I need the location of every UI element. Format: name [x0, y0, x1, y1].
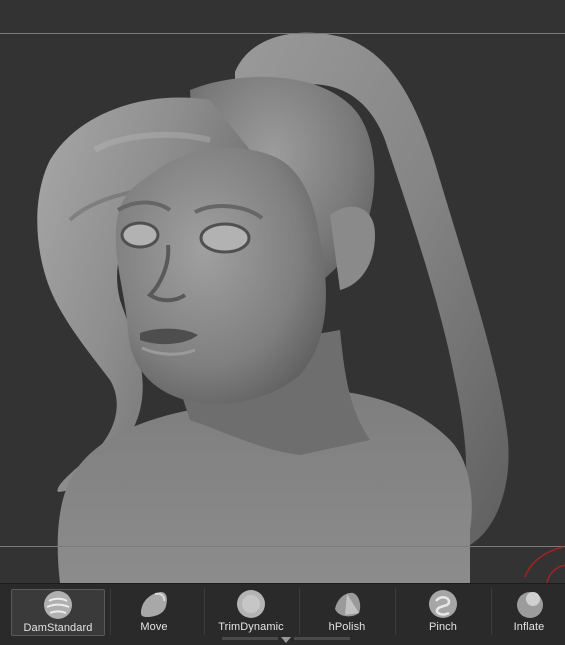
brush-label: Pinch	[428, 621, 458, 633]
brush-pinch[interactable]: Pinch	[397, 589, 489, 634]
shelf-divider	[299, 588, 300, 635]
trimdynamic-brush-icon	[237, 590, 265, 618]
hpolish-brush-icon	[335, 592, 361, 617]
brush-label: TrimDynamic	[218, 621, 284, 633]
frame-guide-top	[0, 33, 565, 34]
3d-viewport[interactable]	[0, 0, 565, 583]
chevron-down-icon	[281, 637, 291, 643]
brush-label: Inflate	[513, 621, 545, 633]
brush-damstandard[interactable]: DamStandard	[11, 589, 105, 636]
brush-label: Move	[140, 621, 168, 633]
move-brush-icon	[141, 592, 167, 617]
brush-hpolish[interactable]: hPolish	[301, 589, 393, 634]
frame-guide-bottom	[0, 546, 565, 547]
shelf-divider	[491, 588, 492, 635]
brush-label: hPolish	[328, 621, 366, 633]
brush-inflate[interactable]: Inflate	[493, 589, 565, 634]
navigation-gizmo-icon[interactable]	[521, 543, 565, 583]
brush-shelf: DamStandard Move TrimDynamic hPolish Pin…	[0, 583, 565, 645]
damstandard-brush-icon	[44, 591, 72, 619]
inflate-brush-icon	[517, 592, 543, 618]
brush-label: DamStandard	[23, 622, 93, 634]
brush-move[interactable]: Move	[108, 589, 200, 634]
brush-trimdynamic[interactable]: TrimDynamic	[205, 589, 297, 634]
pinch-brush-icon	[429, 590, 457, 618]
shelf-divider	[395, 588, 396, 635]
shelf-resize-handle[interactable]	[222, 637, 350, 644]
sculpt-model[interactable]	[0, 0, 565, 583]
